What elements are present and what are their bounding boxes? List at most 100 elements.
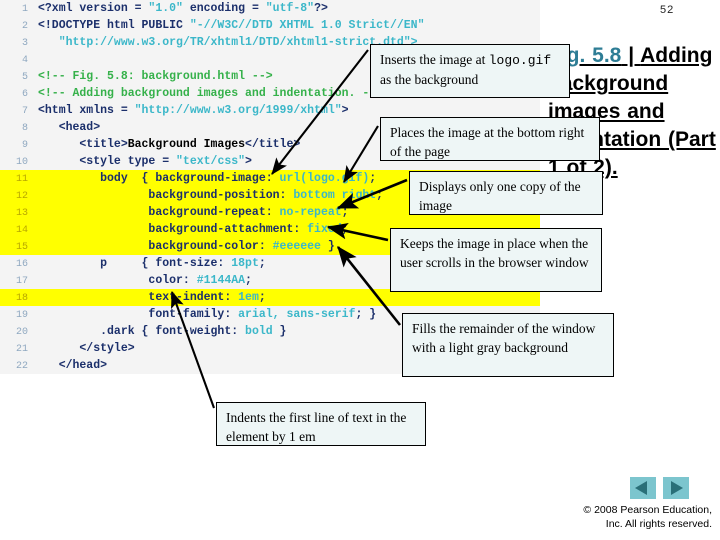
code-line-source: p { font-size: 18pt; [38,257,266,270]
code-line: 1 <?xml version = "1.0" encoding = "utf-8… [0,0,540,17]
code-line-source: .dark { font-weight: bold } [38,325,286,338]
figure-caption: Fig. 5.8 | Adding background images and … [548,42,720,182]
slide-canvas: 52 Fig. 5.8 | Adding background images a… [0,0,720,540]
code-line-source: <!DOCTYPE html PUBLIC "-//W3C//DTD XHTML… [38,19,424,32]
code-line-source: <!-- Fig. 5.8: background.html --> [38,70,273,83]
callout-background-attachment: Keeps the image in place when the user s… [390,228,602,292]
triangle-left-icon [635,481,647,495]
code-token: #eeeeee [272,240,321,253]
code-line-source: <head> [38,121,100,134]
code-token: no-repeat [279,206,342,219]
previous-slide-button[interactable] [630,477,656,499]
code-line-number: 13 [15,208,28,219]
code-line-number: 15 [15,242,28,253]
callout-background-image: Inserts the image at logo.gif as the bac… [370,44,570,98]
code-token: } [272,325,287,338]
code-token: ; [376,189,384,202]
code-line-number: 11 [15,174,28,185]
code-line-number: 8 [21,123,28,134]
code-token: ?> [314,2,328,15]
code-token: body { background-image: [38,172,280,185]
code-token: bottom right [293,189,377,202]
code-line-number: 10 [15,157,28,168]
code-token: ; [341,223,349,236]
code-token: text-indent: [38,291,239,304]
code-line-source: text-indent: 1em; [38,291,266,304]
code-token: <!DOCTYPE html PUBLIC [38,19,190,32]
code-line-number: 4 [21,55,28,66]
code-token: ; [245,274,252,287]
code-line-number: 1 [21,4,28,15]
code-token: "-//W3C//DTD XHTML 1.0 Strict//EN" [189,19,425,32]
code-token: font-family: [38,308,239,321]
code-line-number: 9 [21,140,28,151]
code-token: color: [38,274,197,287]
code-token: "1.0" [148,2,183,15]
code-line-number: 22 [15,361,28,372]
callout-text: logo.gif [488,53,552,68]
code-token: "utf-8" [265,2,315,15]
code-line-number: 16 [15,259,28,270]
code-token: url(logo.gif) [279,172,370,185]
code-token: ; [258,257,266,270]
code-token: <head> [38,121,101,134]
code-line-number: 20 [15,327,28,338]
code-line-source: </head> [38,359,107,372]
code-line-number: 2 [21,21,28,32]
code-line-number: 3 [21,38,28,49]
callout-background-position: Places the image at the bottom right of … [380,117,600,161]
code-line-number: 19 [15,310,28,321]
code-token: <!-- Fig. 5.8: background.html --> [38,70,273,83]
callout-text: Fills the remainder of the window with a… [412,321,596,355]
next-slide-button[interactable] [663,477,689,499]
code-line-source: <html xmlns = "http://www.w3.org/1999/xh… [38,104,349,117]
code-token: #1144AA [196,274,246,287]
code-token: <html xmlns = [38,104,135,117]
code-line-source: <title>Background Images</title> [38,138,300,151]
code-token: fixed [307,223,342,236]
code-token: background-repeat: [38,206,280,219]
code-token: "http://www.w3.org/TR/xhtml1/DTD/xhtml1-… [58,36,418,49]
callout-text-indent: Indents the first line of text in the el… [216,402,426,446]
code-token: ; } [355,308,377,321]
code-token: </head> [38,359,108,372]
code-line-source: <?xml version = "1.0" encoding = "utf-8"… [38,2,328,15]
code-token: </title> [245,138,301,151]
code-token: } [320,240,335,253]
code-line-number: 21 [15,344,28,355]
code-line-source: </style> [38,342,135,355]
code-token: <?xml version = [38,2,149,15]
code-token: p { font-size: [38,257,232,270]
triangle-right-icon [671,481,683,495]
code-token: <title> [38,138,128,151]
code-token: </style> [38,342,135,355]
code-line-source: background-repeat: no-repeat; [38,206,348,219]
code-line-source: <style type = "text/css"> [38,155,252,168]
copyright-line-2: Inc. All rights reserved. [605,518,712,530]
code-line-source: color: #1144AA; [38,274,252,287]
page-number: 52 [660,4,675,16]
callout-text: as the background [380,72,479,87]
code-line-number: 7 [21,106,28,117]
callout-text: Displays only one copy of the image [419,179,581,213]
callout-text: Inserts the image at [380,52,489,67]
code-token: 18pt [231,257,259,270]
copyright-notice: © 2008 Pearson Education, Inc. All right… [440,503,712,531]
code-token: arial, sans-serif [238,308,356,321]
callout-background-repeat: Displays only one copy of the image [409,171,603,215]
code-token: "http://www.w3.org/1999/xhtml" [134,104,342,117]
code-token: Background Images [127,138,246,151]
callout-background-color: Fills the remainder of the window with a… [402,313,614,377]
code-token: > [245,155,252,168]
code-line-source: background-attachment: fixed; [38,223,349,236]
code-line-source: body { background-image: url(logo.gif); [38,172,376,185]
code-token: background-position: [38,189,294,202]
code-token: > [341,104,349,117]
code-line-source: font-family: arial, sans-serif; } [38,308,376,321]
code-line-source: background-position: bottom right; [38,189,383,202]
code-token: ; [258,291,266,304]
callout-text: Keeps the image in place when the user s… [400,236,589,270]
code-line-source: "http://www.w3.org/TR/xhtml1/DTD/xhtml1-… [38,36,418,49]
code-token: 1em [238,291,259,304]
